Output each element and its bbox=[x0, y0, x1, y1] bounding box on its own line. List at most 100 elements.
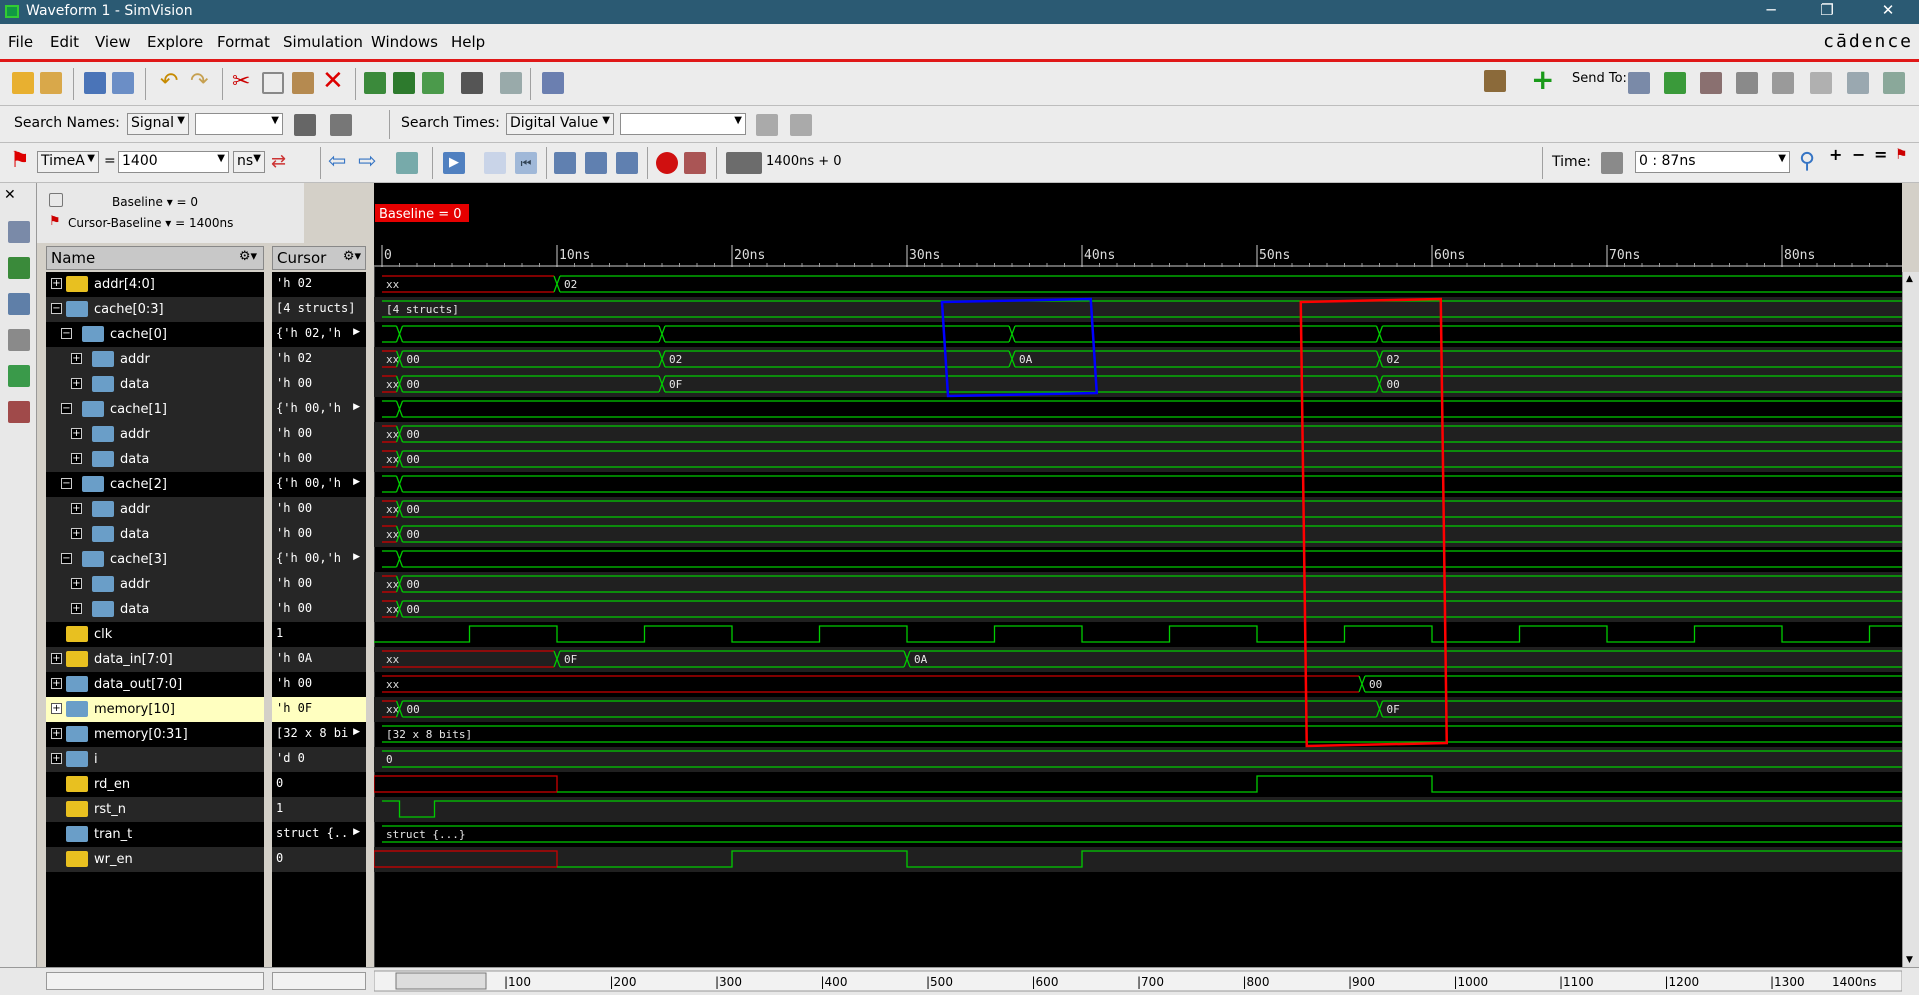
value-row[interactable]: {'h 00,'h ▶ bbox=[272, 397, 366, 422]
expand-icon[interactable]: + bbox=[71, 528, 82, 539]
delete-icon[interactable]: ✕ bbox=[322, 68, 344, 94]
vertical-scrollbar[interactable]: ▲ ▼ bbox=[1902, 272, 1919, 967]
step-icon[interactable] bbox=[554, 152, 576, 174]
signal-row[interactable]: + i bbox=[46, 747, 264, 772]
stop-options-icon[interactable] bbox=[684, 152, 706, 174]
value-row[interactable]: {'h 00,'h ▶ bbox=[272, 472, 366, 497]
open-db-icon[interactable] bbox=[12, 72, 34, 94]
menu-explore[interactable]: Explore bbox=[147, 33, 203, 51]
add-icon[interactable]: + bbox=[1531, 66, 1554, 94]
minimize-button[interactable]: ─ bbox=[1756, 1, 1786, 19]
rail-schematic-icon[interactable] bbox=[8, 293, 30, 315]
close-panel-icon[interactable]: ✕ bbox=[4, 187, 26, 209]
rail-watch-icon[interactable] bbox=[8, 365, 30, 387]
search-times-back-icon[interactable] bbox=[756, 114, 778, 136]
send-to-console-icon[interactable] bbox=[1883, 72, 1905, 94]
signal-row[interactable]: + memory[0:31] bbox=[46, 722, 264, 747]
collapse-icon[interactable]: − bbox=[51, 303, 62, 314]
scroll-up-arrow-icon[interactable]: ▲ bbox=[1906, 274, 1913, 284]
expand-icon[interactable]: + bbox=[51, 753, 62, 764]
value-row[interactable]: struct {.. ▶ bbox=[272, 822, 366, 847]
baseline-label[interactable]: Baseline ▾ = 0 bbox=[112, 195, 198, 209]
step-out-icon[interactable] bbox=[616, 152, 638, 174]
send-to-register-icon[interactable] bbox=[1736, 72, 1758, 94]
waveform-canvas[interactable]: Baseline = 0 0 10ns 20ns 30ns 40ns 50ns 60ns 70n… bbox=[373, 183, 1902, 967]
run-icon[interactable]: ▶ bbox=[443, 152, 465, 174]
name-column-header[interactable]: Name ⚙▾ bbox=[46, 246, 264, 270]
collapse-icon[interactable]: − bbox=[61, 328, 72, 339]
signal-row[interactable]: + addr[4:0] bbox=[46, 272, 264, 297]
send-to-memory-icon[interactable] bbox=[1772, 72, 1794, 94]
rail-source-icon[interactable] bbox=[8, 329, 30, 351]
redo-icon[interactable]: ↷ bbox=[190, 71, 212, 94]
value-row[interactable]: 'h 0F bbox=[272, 697, 366, 722]
expand-icon[interactable]: + bbox=[51, 278, 62, 289]
grid-icon[interactable] bbox=[500, 72, 522, 94]
tools-icon[interactable] bbox=[1484, 70, 1506, 92]
waveform-split-icon[interactable] bbox=[422, 72, 444, 94]
signal-row[interactable]: + data bbox=[46, 522, 264, 547]
signal-row[interactable]: + addr bbox=[46, 347, 264, 372]
search-names-type-select[interactable]: Signal ▼ bbox=[127, 113, 189, 135]
value-row[interactable]: 'h 00 bbox=[272, 422, 366, 447]
value-more-icon[interactable]: ▶ bbox=[353, 327, 360, 337]
value-more-icon[interactable]: ▶ bbox=[353, 727, 360, 737]
value-row[interactable]: 'd 0 bbox=[272, 747, 366, 772]
search-times-forward-icon[interactable] bbox=[790, 114, 812, 136]
print-icon[interactable] bbox=[112, 72, 134, 94]
value-row[interactable]: 'h 02 bbox=[272, 347, 366, 372]
value-row[interactable]: 'h 00 bbox=[272, 447, 366, 472]
cursor-baseline-label[interactable]: Cursor-Baseline ▾ = 1400ns bbox=[68, 216, 233, 230]
waveform-send-icon[interactable] bbox=[364, 72, 386, 94]
cursor-options-icon[interactable]: ⇄ bbox=[271, 152, 293, 174]
expand-icon[interactable]: + bbox=[51, 703, 62, 714]
value-row[interactable]: 1 bbox=[272, 622, 366, 647]
rail-memory-icon[interactable] bbox=[8, 401, 30, 423]
signal-row[interactable]: + data bbox=[46, 447, 264, 472]
cursor-unit-select[interactable]: ns ▼ bbox=[233, 151, 265, 173]
waveform-svg[interactable]: Baseline = 0 0 10ns 20ns 30ns 40ns 50ns 60ns 70n… bbox=[373, 183, 1902, 967]
collapse-icon[interactable]: − bbox=[61, 403, 72, 414]
open-folder-icon[interactable] bbox=[40, 72, 62, 94]
signal-row[interactable]: − cache[0:3] bbox=[46, 297, 264, 322]
value-row[interactable]: {'h 02,'h ▶ bbox=[272, 322, 366, 347]
signal-row[interactable]: clk bbox=[46, 622, 264, 647]
value-row[interactable]: 'h 00 bbox=[272, 597, 366, 622]
menu-view[interactable]: View bbox=[95, 33, 131, 51]
value-more-icon[interactable]: ▶ bbox=[353, 477, 360, 487]
cursor-name-select[interactable]: TimeA ▼ bbox=[37, 151, 99, 173]
search-names-find-icon[interactable] bbox=[294, 114, 316, 136]
signal-row[interactable]: − cache[3] bbox=[46, 547, 264, 572]
menu-windows[interactable]: Windows bbox=[371, 33, 438, 51]
pause-icon[interactable] bbox=[484, 152, 506, 174]
signal-row[interactable]: + data_out[7:0] bbox=[46, 672, 264, 697]
signal-row[interactable]: + data bbox=[46, 597, 264, 622]
cut-icon[interactable]: ✂ bbox=[232, 71, 254, 94]
window-select-icon[interactable] bbox=[542, 72, 564, 94]
find-icon[interactable] bbox=[461, 72, 483, 94]
value-row[interactable]: {'h 00,'h ▶ bbox=[272, 547, 366, 572]
expand-icon[interactable]: + bbox=[71, 353, 82, 364]
zoom-cursor-icon[interactable]: ⚑ bbox=[1895, 148, 1917, 170]
menu-edit[interactable]: Edit bbox=[50, 33, 79, 51]
expand-icon[interactable]: + bbox=[51, 728, 62, 739]
signal-row[interactable]: − cache[2] bbox=[46, 472, 264, 497]
cursor-flag-icon[interactable]: ⚑ bbox=[10, 150, 32, 173]
time-range-input[interactable]: 0 : 87ns ▼ bbox=[1635, 151, 1790, 173]
restore-button[interactable]: ❐ bbox=[1812, 1, 1842, 19]
cursor-time-input[interactable]: 1400 ▼ bbox=[118, 151, 229, 173]
signal-row[interactable]: + addr bbox=[46, 422, 264, 447]
signal-row[interactable]: rst_n bbox=[46, 797, 264, 822]
menu-simulation[interactable]: Simulation bbox=[283, 33, 363, 51]
rewind-icon[interactable]: ⏮ bbox=[515, 152, 537, 174]
zoom-out-icon[interactable]: − bbox=[1852, 147, 1874, 170]
send-to-watch-icon[interactable] bbox=[1847, 72, 1869, 94]
expand-icon[interactable]: + bbox=[71, 603, 82, 614]
value-row[interactable]: 'h 00 bbox=[272, 372, 366, 397]
copy-icon[interactable] bbox=[262, 72, 284, 94]
expand-icon[interactable]: + bbox=[71, 453, 82, 464]
expand-icon[interactable]: + bbox=[71, 503, 82, 514]
signal-row[interactable]: + data_in[7:0] bbox=[46, 647, 264, 672]
names-horizontal-scrollbar[interactable] bbox=[46, 972, 264, 990]
expand-icon[interactable]: + bbox=[71, 428, 82, 439]
